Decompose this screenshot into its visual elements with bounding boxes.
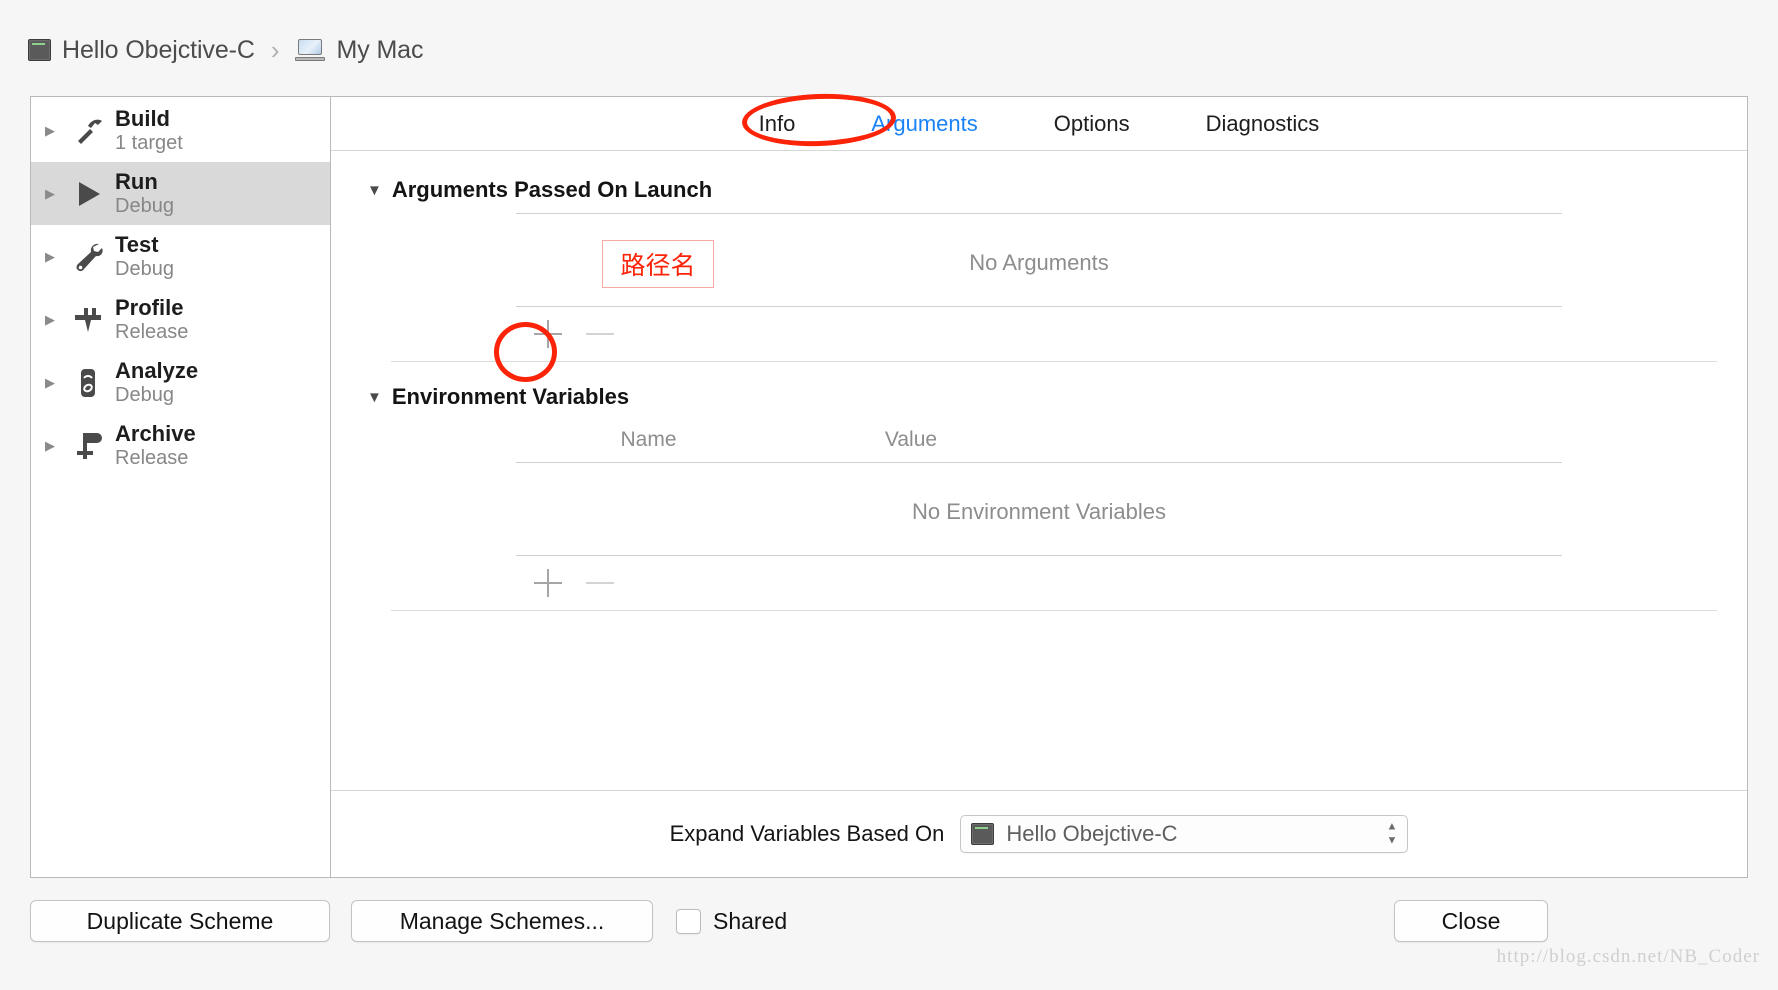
environment-section-header[interactable]: ▼ Environment Variables bbox=[331, 384, 1747, 410]
scheme-editor-window: Hello Obejctive-C › My Mac ▶ Build 1 tar… bbox=[0, 0, 1778, 990]
sidebar-item-subtitle: 1 target bbox=[115, 131, 183, 154]
manage-schemes-button[interactable]: Manage Schemes... bbox=[351, 900, 653, 942]
breadcrumb-project[interactable]: Hello Obejctive-C bbox=[28, 36, 255, 65]
sidebar-item-title: Analyze bbox=[115, 357, 199, 383]
sidebar-item-subtitle: Release bbox=[115, 446, 189, 469]
sidebar-item-subtitle: Debug bbox=[115, 194, 174, 217]
sidebar-item-title: Profile bbox=[115, 294, 184, 320]
section-divider bbox=[391, 361, 1717, 362]
sidebar-item-subtitle: Debug bbox=[115, 383, 174, 406]
sidebar-item-test[interactable]: ▶ Test Debug bbox=[31, 225, 330, 288]
stethoscope-icon bbox=[67, 362, 109, 404]
remove-argument-button bbox=[586, 320, 614, 348]
sidebar-item-subtitle: Debug bbox=[115, 257, 174, 280]
disclosure-triangle-icon[interactable]: ▶ bbox=[45, 187, 61, 200]
expand-variables-label: Expand Variables Based On bbox=[669, 821, 945, 846]
sidebar-item-profile[interactable]: ▶ Profile Release bbox=[31, 288, 330, 351]
tab-bar: Info Arguments Options Diagnostics bbox=[331, 97, 1747, 151]
disclosure-triangle-icon[interactable]: ▶ bbox=[45, 376, 61, 389]
sidebar-item-title: Archive bbox=[115, 420, 196, 446]
environment-section-title: Environment Variables bbox=[391, 384, 630, 409]
watermark: http://blog.csdn.net/NB_Coder bbox=[1496, 946, 1760, 967]
shared-checkbox[interactable] bbox=[676, 908, 701, 934]
disclosure-triangle-down-icon[interactable]: ▼ bbox=[367, 390, 382, 405]
add-environment-variable-button[interactable] bbox=[534, 569, 562, 597]
breadcrumb-destination[interactable]: My Mac bbox=[295, 36, 423, 65]
caliper-icon bbox=[67, 299, 109, 341]
shared-label: Shared bbox=[713, 907, 788, 934]
app-target-icon bbox=[28, 39, 51, 61]
laptop-icon bbox=[295, 39, 326, 61]
section-divider bbox=[391, 610, 1717, 611]
disclosure-triangle-icon[interactable]: ▶ bbox=[45, 313, 61, 326]
disclosure-triangle-down-icon[interactable]: ▼ bbox=[367, 183, 382, 198]
column-header-value: Value bbox=[884, 428, 938, 451]
close-button[interactable]: Close bbox=[1394, 900, 1548, 942]
arguments-buttons bbox=[361, 307, 1717, 361]
sidebar-item-title: Test bbox=[115, 231, 159, 257]
hammer-icon bbox=[67, 110, 109, 152]
arguments-empty-message: No Arguments bbox=[969, 250, 1109, 275]
sidebar-item-subtitle: Release bbox=[115, 320, 189, 343]
tab-arguments[interactable]: Arguments bbox=[833, 111, 1015, 137]
scheme-action-list: ▶ Build 1 target ▶ Run Debug ▶ Test Debu… bbox=[31, 97, 331, 877]
arguments-section-title: Arguments Passed On Launch bbox=[391, 177, 713, 202]
disclosure-triangle-icon[interactable]: ▶ bbox=[45, 124, 61, 137]
remove-environment-variable-button bbox=[586, 569, 614, 597]
tab-diagnostics[interactable]: Diagnostics bbox=[1168, 111, 1358, 137]
sidebar-item-run[interactable]: ▶ Run Debug bbox=[31, 162, 330, 225]
arguments-table: No Arguments bbox=[361, 213, 1717, 362]
environment-empty-message: No Environment Variables bbox=[912, 499, 1166, 524]
breadcrumb-separator-icon: › bbox=[270, 35, 280, 65]
sidebar-item-title: Build bbox=[115, 105, 170, 131]
environment-table: Name Value No Environment Variables bbox=[361, 420, 1717, 611]
breadcrumb-destination-label: My Mac bbox=[336, 35, 424, 64]
scheme-panel: ▶ Build 1 target ▶ Run Debug ▶ Test Debu… bbox=[30, 96, 1748, 878]
sidebar-item-build[interactable]: ▶ Build 1 target bbox=[31, 99, 330, 162]
wrench-icon bbox=[67, 236, 109, 278]
arguments-pane: ▼ Arguments Passed On Launch No Argument… bbox=[331, 151, 1747, 791]
breadcrumb-project-label: Hello Obejctive-C bbox=[62, 35, 255, 64]
expand-variables-value: Hello Obejctive-C bbox=[1006, 821, 1178, 846]
archive-icon bbox=[67, 425, 109, 467]
scheme-content: Info Arguments Options Diagnostics ▼ Arg… bbox=[331, 97, 1747, 877]
app-target-icon bbox=[971, 823, 995, 845]
chevron-updown-icon: ▲ ▼ bbox=[1386, 820, 1398, 847]
add-argument-button[interactable] bbox=[534, 320, 562, 348]
breadcrumb: Hello Obejctive-C › My Mac bbox=[28, 30, 423, 70]
disclosure-triangle-icon[interactable]: ▶ bbox=[45, 250, 61, 263]
tab-options[interactable]: Options bbox=[1016, 111, 1168, 137]
environment-column-headers: Name Value bbox=[516, 420, 1717, 462]
tab-info[interactable]: Info bbox=[721, 111, 834, 137]
sidebar-item-analyze[interactable]: ▶ Analyze Debug bbox=[31, 351, 330, 414]
disclosure-triangle-icon[interactable]: ▶ bbox=[45, 439, 61, 452]
expand-variables-popup[interactable]: Hello Obejctive-C ▲ ▼ bbox=[960, 815, 1409, 853]
sidebar-item-archive[interactable]: ▶ Archive Release bbox=[31, 414, 330, 477]
duplicate-scheme-button[interactable]: Duplicate Scheme bbox=[30, 900, 330, 942]
column-header-name: Name bbox=[620, 428, 677, 451]
arguments-section-header[interactable]: ▼ Arguments Passed On Launch bbox=[331, 177, 1747, 203]
play-icon bbox=[67, 173, 109, 215]
sidebar-item-title: Run bbox=[115, 168, 158, 194]
expand-variables-row: Expand Variables Based On Hello Obejctiv… bbox=[331, 791, 1747, 877]
environment-buttons bbox=[361, 556, 1717, 610]
shared-checkbox-group[interactable]: Shared bbox=[676, 900, 787, 942]
